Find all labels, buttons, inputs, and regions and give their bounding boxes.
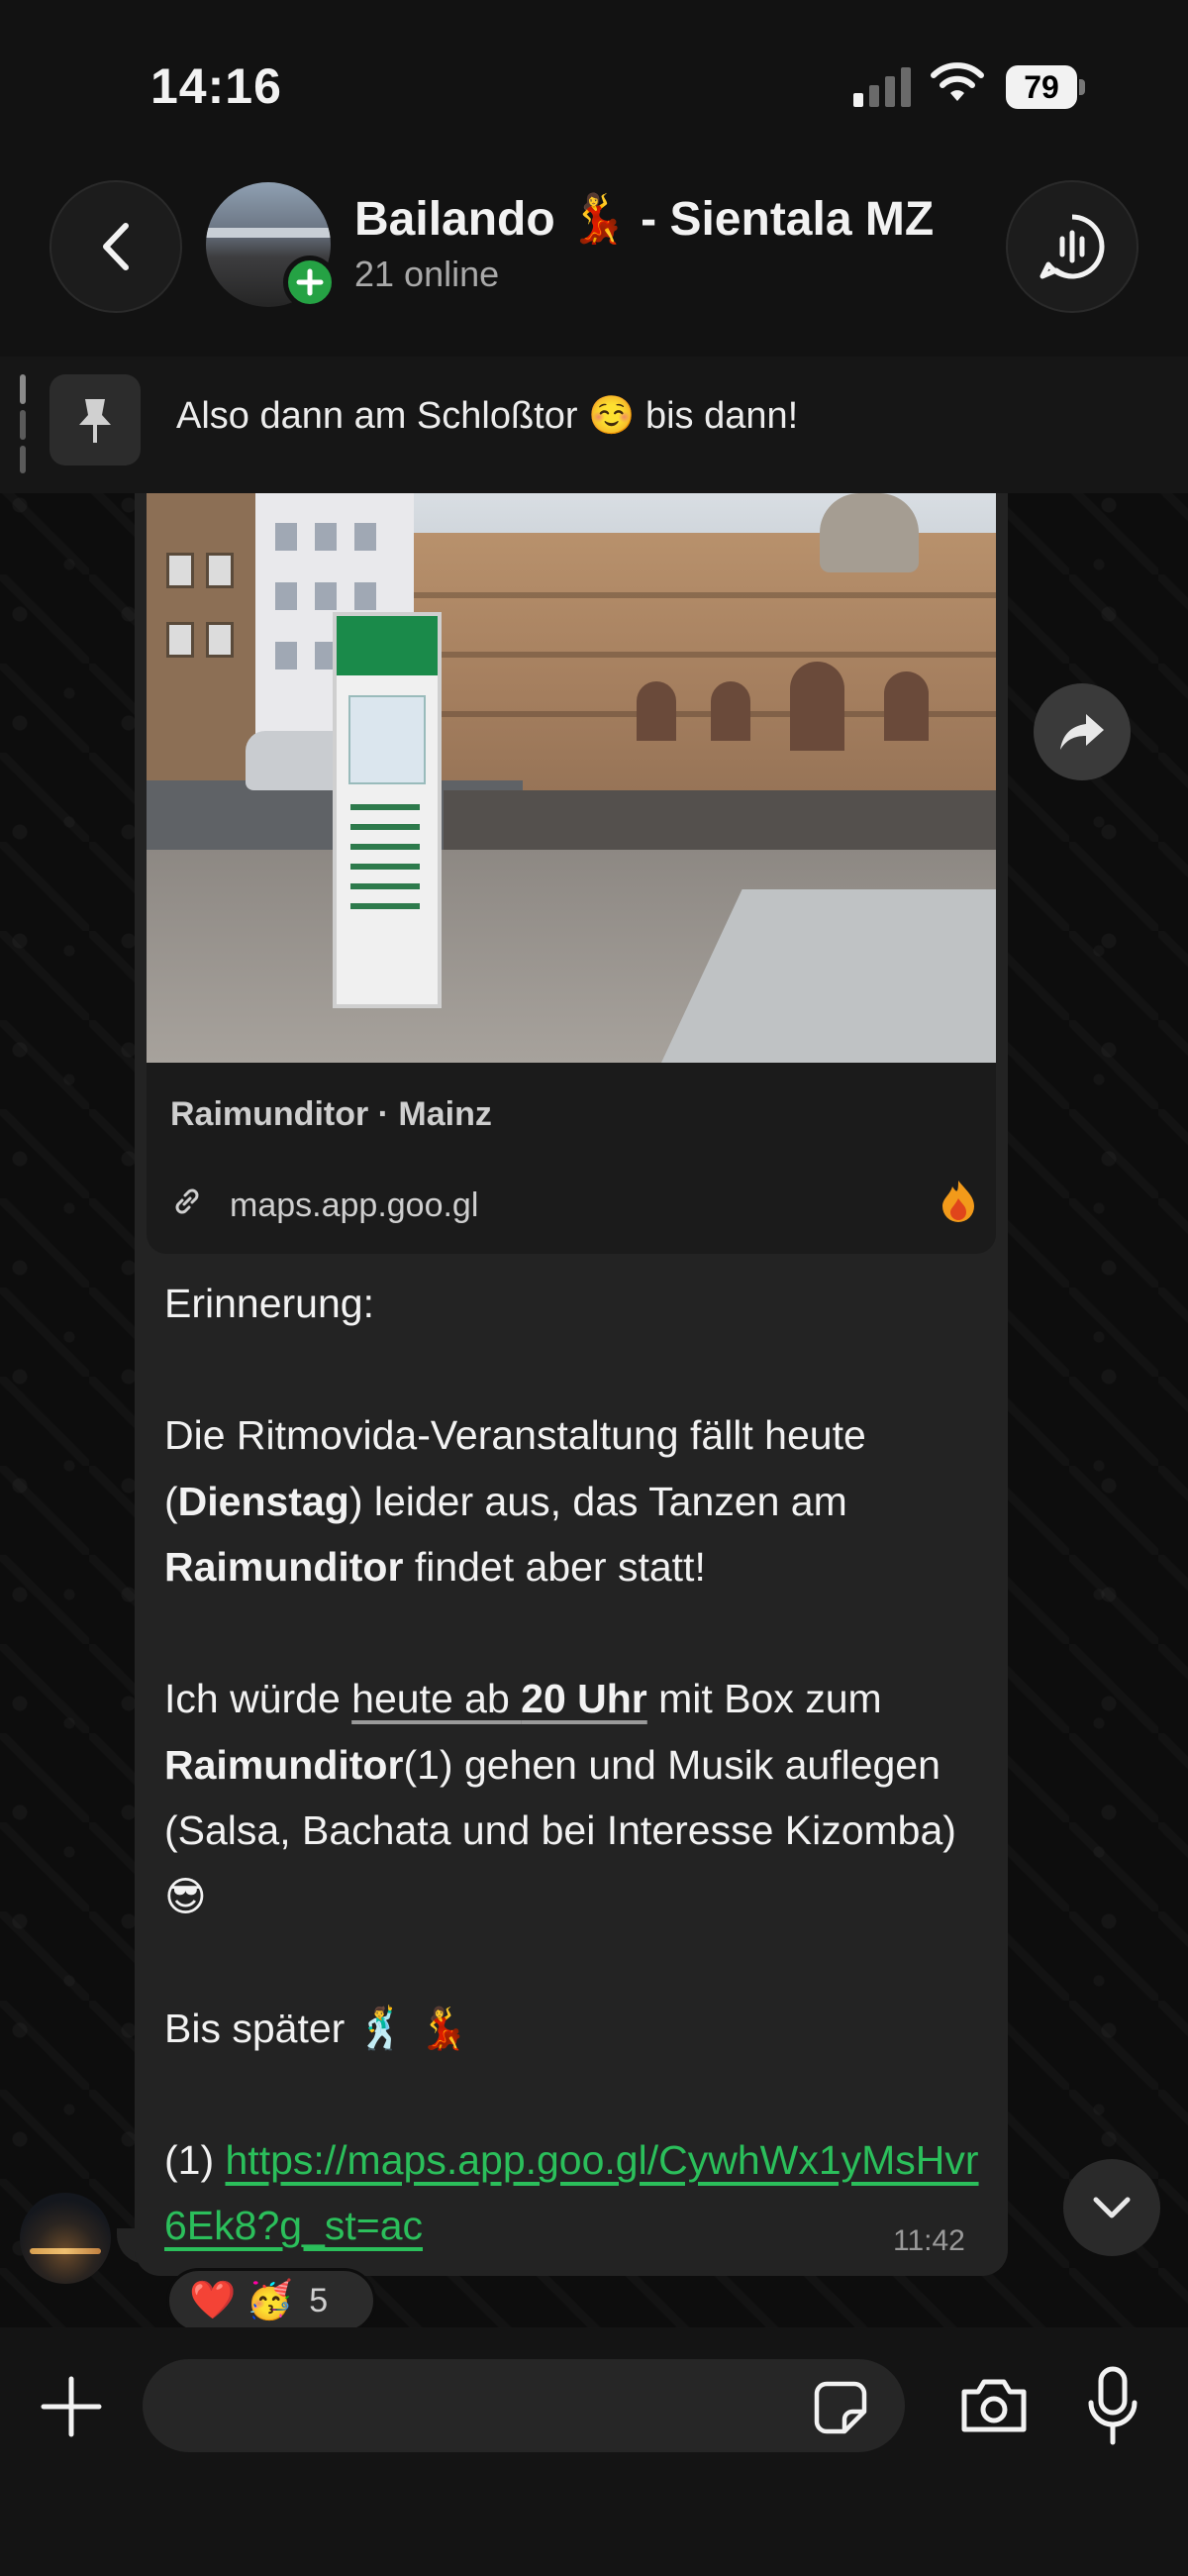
cellular-signal-icon [853,67,911,107]
sticker-icon [814,2381,867,2434]
sticker-button[interactable] [810,2377,871,2438]
microphone-button[interactable] [1085,2363,1140,2448]
status-bar: 14:16 79 [0,0,1188,168]
reaction-emojis: ❤️ 🥳 [189,2280,294,2321]
link-preview-domain: maps.app.goo.gl [230,1186,479,1224]
chat-header: Bailando 💃 - Sientala MZ 21 online [0,168,1188,366]
pinned-indicator [20,374,26,473]
reaction-count: 5 [309,2281,329,2319]
microphone-icon [1088,2366,1138,2445]
reactions-pill[interactable]: ❤️ 🥳 5 [166,2268,376,2333]
link-preview-card[interactable]: Raimunditor · Mainz maps.app.goo.gl [147,493,996,1254]
attach-button[interactable] [36,2371,107,2442]
chevron-left-icon [103,223,129,270]
plus-icon [41,2376,102,2437]
pinned-message-text: Also dann am Schloßtor ☺️ bis dann! [176,395,799,437]
pin-icon [50,374,141,465]
scroll-to-bottom-button[interactable] [1063,2159,1160,2256]
camera-button[interactable] [956,2371,1032,2440]
voice-chat-icon [1040,214,1105,279]
back-button[interactable] [50,180,182,313]
wifi-icon [931,62,984,101]
status-time: 14:16 [150,58,282,114]
message-text: Erinnerung: Die Ritmovida-Veranstaltung … [164,1281,979,2249]
maps-link[interactable]: https://maps.app.goo.gl/CywhWx1yMsHvr6Ek… [164,2137,979,2249]
message-timestamp: 11:42 [893,2224,965,2257]
sender-avatar[interactable] [20,2193,111,2284]
add-member-icon[interactable] [283,256,337,309]
forward-button[interactable] [1034,683,1131,780]
link-preview-image[interactable] [147,493,996,1063]
pinned-message-bar[interactable]: Also dann am Schloßtor ☺️ bis dann! [0,357,1188,493]
forward-arrow-icon [1060,714,1104,750]
battery-level: 79 [1006,65,1077,109]
camera-icon [961,2379,1027,2432]
site-favicon-icon [942,1181,974,1222]
message-input[interactable] [143,2359,905,2452]
group-call-button[interactable] [1006,180,1138,313]
message-bubble[interactable]: Raimunditor · Mainz maps.app.goo.gl Erin… [135,493,1008,2276]
composer-bar [0,2327,1188,2576]
chat-title[interactable]: Bailando 💃 - Sientala MZ [354,190,934,247]
chevron-down-icon [1093,2197,1131,2218]
link-preview-title: Raimunditor · Mainz [170,1095,492,1133]
battery-icon: 79 [1006,65,1085,109]
link-icon [175,1188,199,1214]
online-count: 21 online [354,254,500,294]
